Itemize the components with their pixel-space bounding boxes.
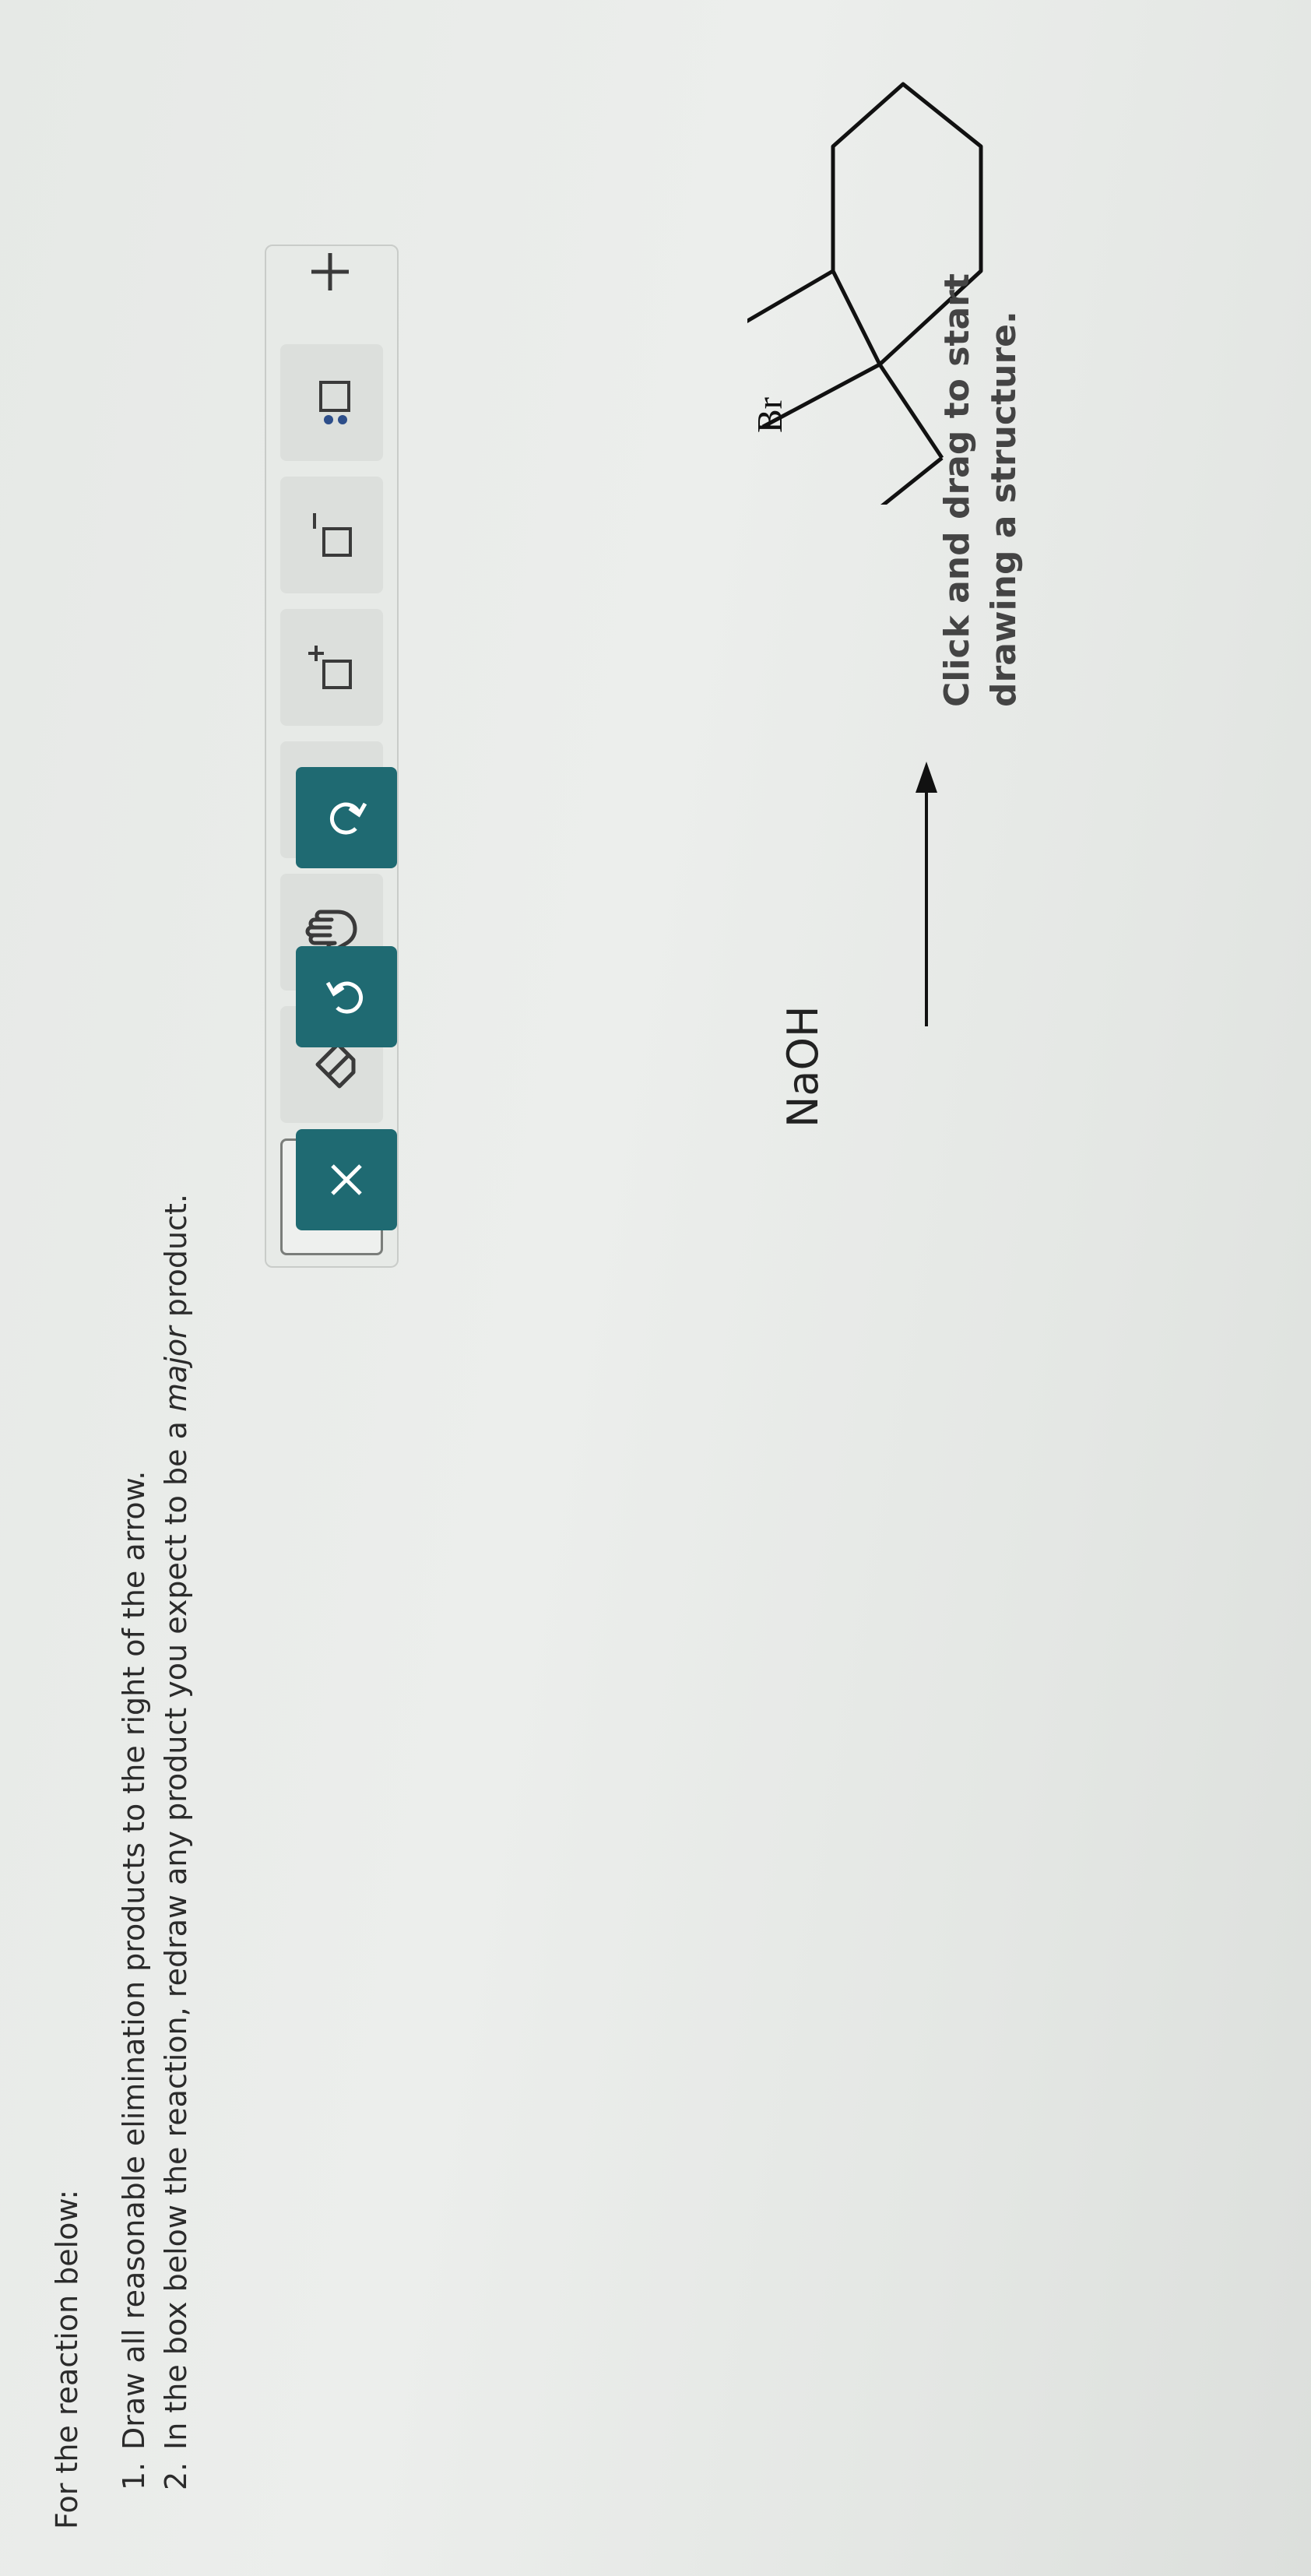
- reaction-arrow: [916, 762, 937, 1026]
- canvas-hint-line-2: drawing a structure.: [984, 311, 1024, 707]
- add-button[interactable]: [279, 213, 381, 330]
- plus-icon: [311, 253, 349, 290]
- instruction-2: 2. In the box below the reaction, redraw …: [159, 1194, 193, 2490]
- redo-icon: [329, 802, 367, 835]
- lone-pair-button[interactable]: [280, 344, 383, 461]
- instruction-number: 1.: [117, 2462, 151, 2490]
- negative-charge-icon: [313, 513, 352, 557]
- instruction-text: In the box below the reaction, redraw an…: [159, 1412, 193, 2450]
- instruction-number: 2.: [159, 2462, 193, 2490]
- instruction-emphasis: major: [159, 1326, 193, 1413]
- intro-text: For the reaction below:: [50, 2189, 84, 2529]
- instruction-1: 1. Draw all reasonable elimination produc…: [117, 1471, 151, 2490]
- clear-button[interactable]: [296, 1129, 397, 1230]
- redo-button[interactable]: [296, 767, 397, 868]
- canvas-hint-line-1: Click and drag to start: [937, 273, 977, 707]
- instruction-text-end: product.: [159, 1193, 193, 1327]
- negative-charge-button[interactable]: [280, 477, 383, 593]
- positive-charge-icon: [308, 646, 352, 689]
- positive-charge-button[interactable]: [280, 609, 383, 726]
- drawing-toolbar: [265, 245, 399, 1268]
- undo-button[interactable]: [296, 946, 397, 1047]
- instruction-text: Draw all reasonable elimination products…: [117, 1470, 151, 2450]
- rotated-content: For the reaction below: 1. Draw all reaso…: [0, 0, 1311, 2576]
- screen: For the reaction below: 1. Draw all reaso…: [0, 0, 1311, 2576]
- canvas-hint: Click and drag to start drawing a struct…: [934, 273, 1028, 707]
- clear-icon: [331, 1164, 362, 1195]
- bromine-label: Br: [750, 397, 789, 433]
- undo-icon: [325, 981, 364, 1014]
- reagent-label: NaOH: [779, 1005, 828, 1128]
- lone-pair-icon: [319, 381, 350, 424]
